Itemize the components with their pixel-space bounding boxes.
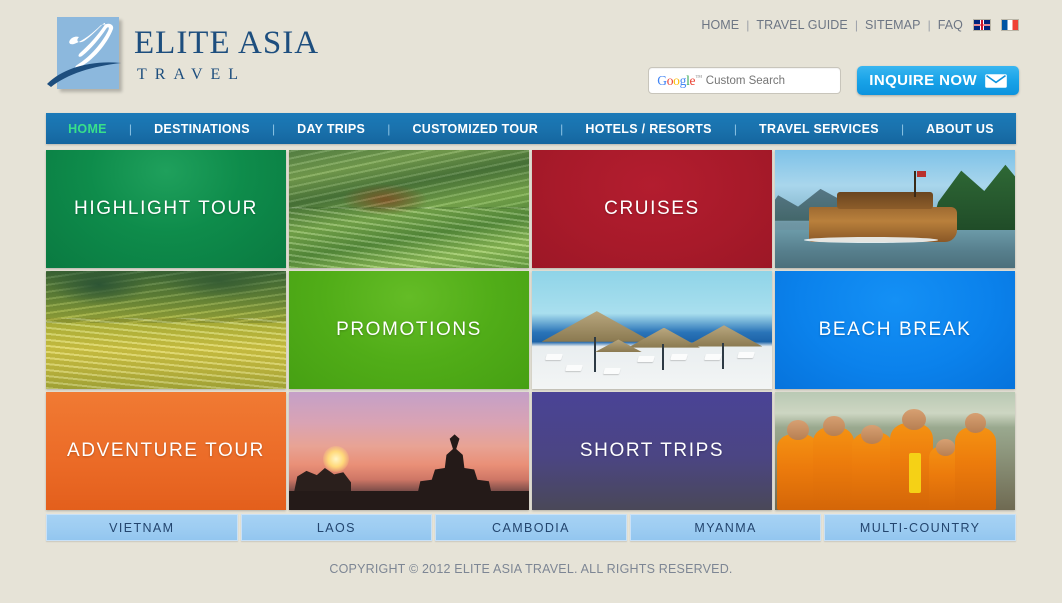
flag-uk-icon[interactable]: [973, 19, 991, 31]
tile-photo-rice-terraces-yellow[interactable]: [46, 271, 286, 389]
nav-divider: |: [271, 121, 276, 136]
tile-label: ADVENTURE TOUR: [66, 440, 265, 461]
boat-mast: [914, 171, 916, 198]
beach-umbrella: [685, 325, 763, 347]
beach-lounger: [564, 365, 583, 372]
nav-divider: |: [560, 121, 564, 136]
header-actions: Google™ INQUIRE NOW: [648, 66, 1019, 95]
tile-photo-monks-alms[interactable]: [775, 392, 1015, 510]
logo-title: ELITE ASIA: [134, 25, 320, 61]
site-logo[interactable]: ELITE ASIA TRAVEL: [47, 14, 319, 96]
category-tile-grid: HIGHLIGHT TOUR CRUISES PROMOTIONS BEACH …: [46, 150, 1016, 510]
utility-separator: |: [854, 18, 858, 32]
nav-item-destinations[interactable]: DESTINATIONS: [148, 122, 256, 136]
footer-copyright: COPYRIGHT © 2012 ELITE ASIA TRAVEL. ALL …: [329, 562, 733, 576]
utility-link-sitemap[interactable]: SITEMAP: [865, 18, 921, 32]
beach-umbrella: [541, 311, 652, 342]
utility-link-faq[interactable]: FAQ: [938, 18, 963, 32]
horizon-silhouette: [289, 491, 529, 510]
beach-lounger: [545, 353, 564, 360]
tile-short-trips[interactable]: SHORT TRIPS: [532, 392, 772, 510]
utility-nav: HOME | TRAVEL GUIDE | SITEMAP | FAQ: [701, 18, 1019, 32]
search-box[interactable]: Google™: [648, 67, 874, 94]
main-navigation: HOME | DESTINATIONS | DAY TRIPS | CUSTOM…: [46, 113, 1016, 144]
nav-divider: |: [128, 121, 133, 136]
monk-head: [935, 439, 955, 456]
beach-lounger: [636, 355, 655, 362]
monk-head: [823, 415, 845, 436]
inquire-now-button[interactable]: INQUIRE NOW: [857, 66, 1019, 95]
beach-lounger: [703, 353, 722, 360]
tile-label: CRUISES: [604, 198, 700, 219]
country-tab-cambodia[interactable]: CAMBODIA: [435, 514, 627, 541]
country-tab-laos[interactable]: LAOS: [240, 514, 433, 541]
country-tab-bar: VIETNAM LAOS CAMBODIA MYANMA MULTI-COUNT…: [46, 514, 1016, 541]
beach-lounger: [737, 352, 756, 359]
tile-row: HIGHLIGHT TOUR CRUISES: [46, 150, 1016, 268]
tile-photo-temple-sunset[interactable]: [289, 392, 529, 510]
tile-adventure-tour[interactable]: ADVENTURE TOUR: [46, 392, 286, 510]
tile-row: PROMOTIONS BEACH BREAK: [46, 271, 1016, 389]
utility-separator: |: [927, 18, 931, 32]
tile-highlight-tour[interactable]: HIGHLIGHT TOUR: [46, 150, 286, 268]
cruise-boat-upper-deck: [837, 192, 934, 209]
umbrella-pole: [661, 344, 664, 371]
monk-head: [861, 425, 883, 444]
logo-wordmark: ELITE ASIA TRAVEL: [134, 27, 319, 83]
boat-flag-icon: [916, 171, 926, 178]
monk-robe: [813, 427, 855, 510]
google-logo-icon: Google™: [657, 72, 702, 88]
nav-divider: |: [733, 121, 737, 136]
temple-stupa-silhouette: [417, 422, 493, 496]
utility-link-travel-guide[interactable]: TRAVEL GUIDE: [756, 18, 848, 32]
beach-lounger: [603, 367, 621, 374]
monk-sash: [909, 453, 922, 494]
tile-label: BEACH BREAK: [818, 319, 972, 340]
bird-sail-logo-icon: [47, 14, 121, 96]
logo-subtitle: TRAVEL: [137, 66, 247, 83]
utility-separator: |: [746, 18, 750, 32]
flag-fr-icon[interactable]: [1001, 19, 1019, 31]
beach-lounger: [670, 353, 689, 360]
nav-item-travel-services[interactable]: TRAVEL SERVICES: [753, 122, 885, 136]
nav-item-about-us[interactable]: ABOUT US: [920, 122, 1000, 136]
page-root: HOME | TRAVEL GUIDE | SITEMAP | FAQ ELIT…: [0, 0, 1062, 603]
tile-photo-river-cruise-boat[interactable]: [775, 150, 1015, 268]
tile-photo-rice-terraces-green[interactable]: [289, 150, 529, 268]
tile-beach-break[interactable]: BEACH BREAK: [775, 271, 1015, 389]
sun-disc-icon: [322, 446, 349, 473]
wave-swoosh-icon: [47, 62, 121, 87]
country-tab-multi-country[interactable]: MULTI-COUNTRY: [824, 514, 1016, 541]
tile-photo-beach-umbrellas[interactable]: [532, 271, 772, 389]
monk-robe: [777, 434, 819, 510]
tile-label: SHORT TRIPS: [579, 440, 725, 461]
monk-head: [902, 408, 927, 430]
country-tab-myanma[interactable]: MYANMA: [629, 514, 822, 541]
tile-row: ADVENTURE TOUR SHORT TRIPS: [46, 392, 1016, 510]
utility-link-home[interactable]: HOME: [701, 18, 739, 32]
nav-item-hotels-resorts[interactable]: HOTELS / RESORTS: [579, 122, 717, 136]
nav-item-day-trips[interactable]: DAY TRIPS: [291, 122, 371, 136]
tile-label: PROMOTIONS: [336, 319, 482, 340]
nav-divider: |: [900, 121, 905, 136]
envelope-icon: [985, 73, 1007, 88]
nav-item-home[interactable]: HOME: [62, 122, 113, 136]
inquire-now-label: INQUIRE NOW: [869, 72, 977, 89]
tile-promotions[interactable]: PROMOTIONS: [289, 271, 529, 389]
monk-robe: [955, 427, 996, 510]
search-input[interactable]: [705, 74, 860, 87]
umbrella-pole: [594, 337, 597, 373]
umbrella-pole: [721, 342, 724, 369]
monk-head: [787, 420, 809, 441]
tile-label: HIGHLIGHT TOUR: [74, 198, 258, 219]
nav-divider: |: [387, 121, 391, 136]
nav-item-customized-tour[interactable]: CUSTOMIZED TOUR: [406, 122, 544, 136]
country-tab-vietnam[interactable]: VIETNAM: [46, 514, 238, 541]
tile-cruises[interactable]: CRUISES: [532, 150, 772, 268]
